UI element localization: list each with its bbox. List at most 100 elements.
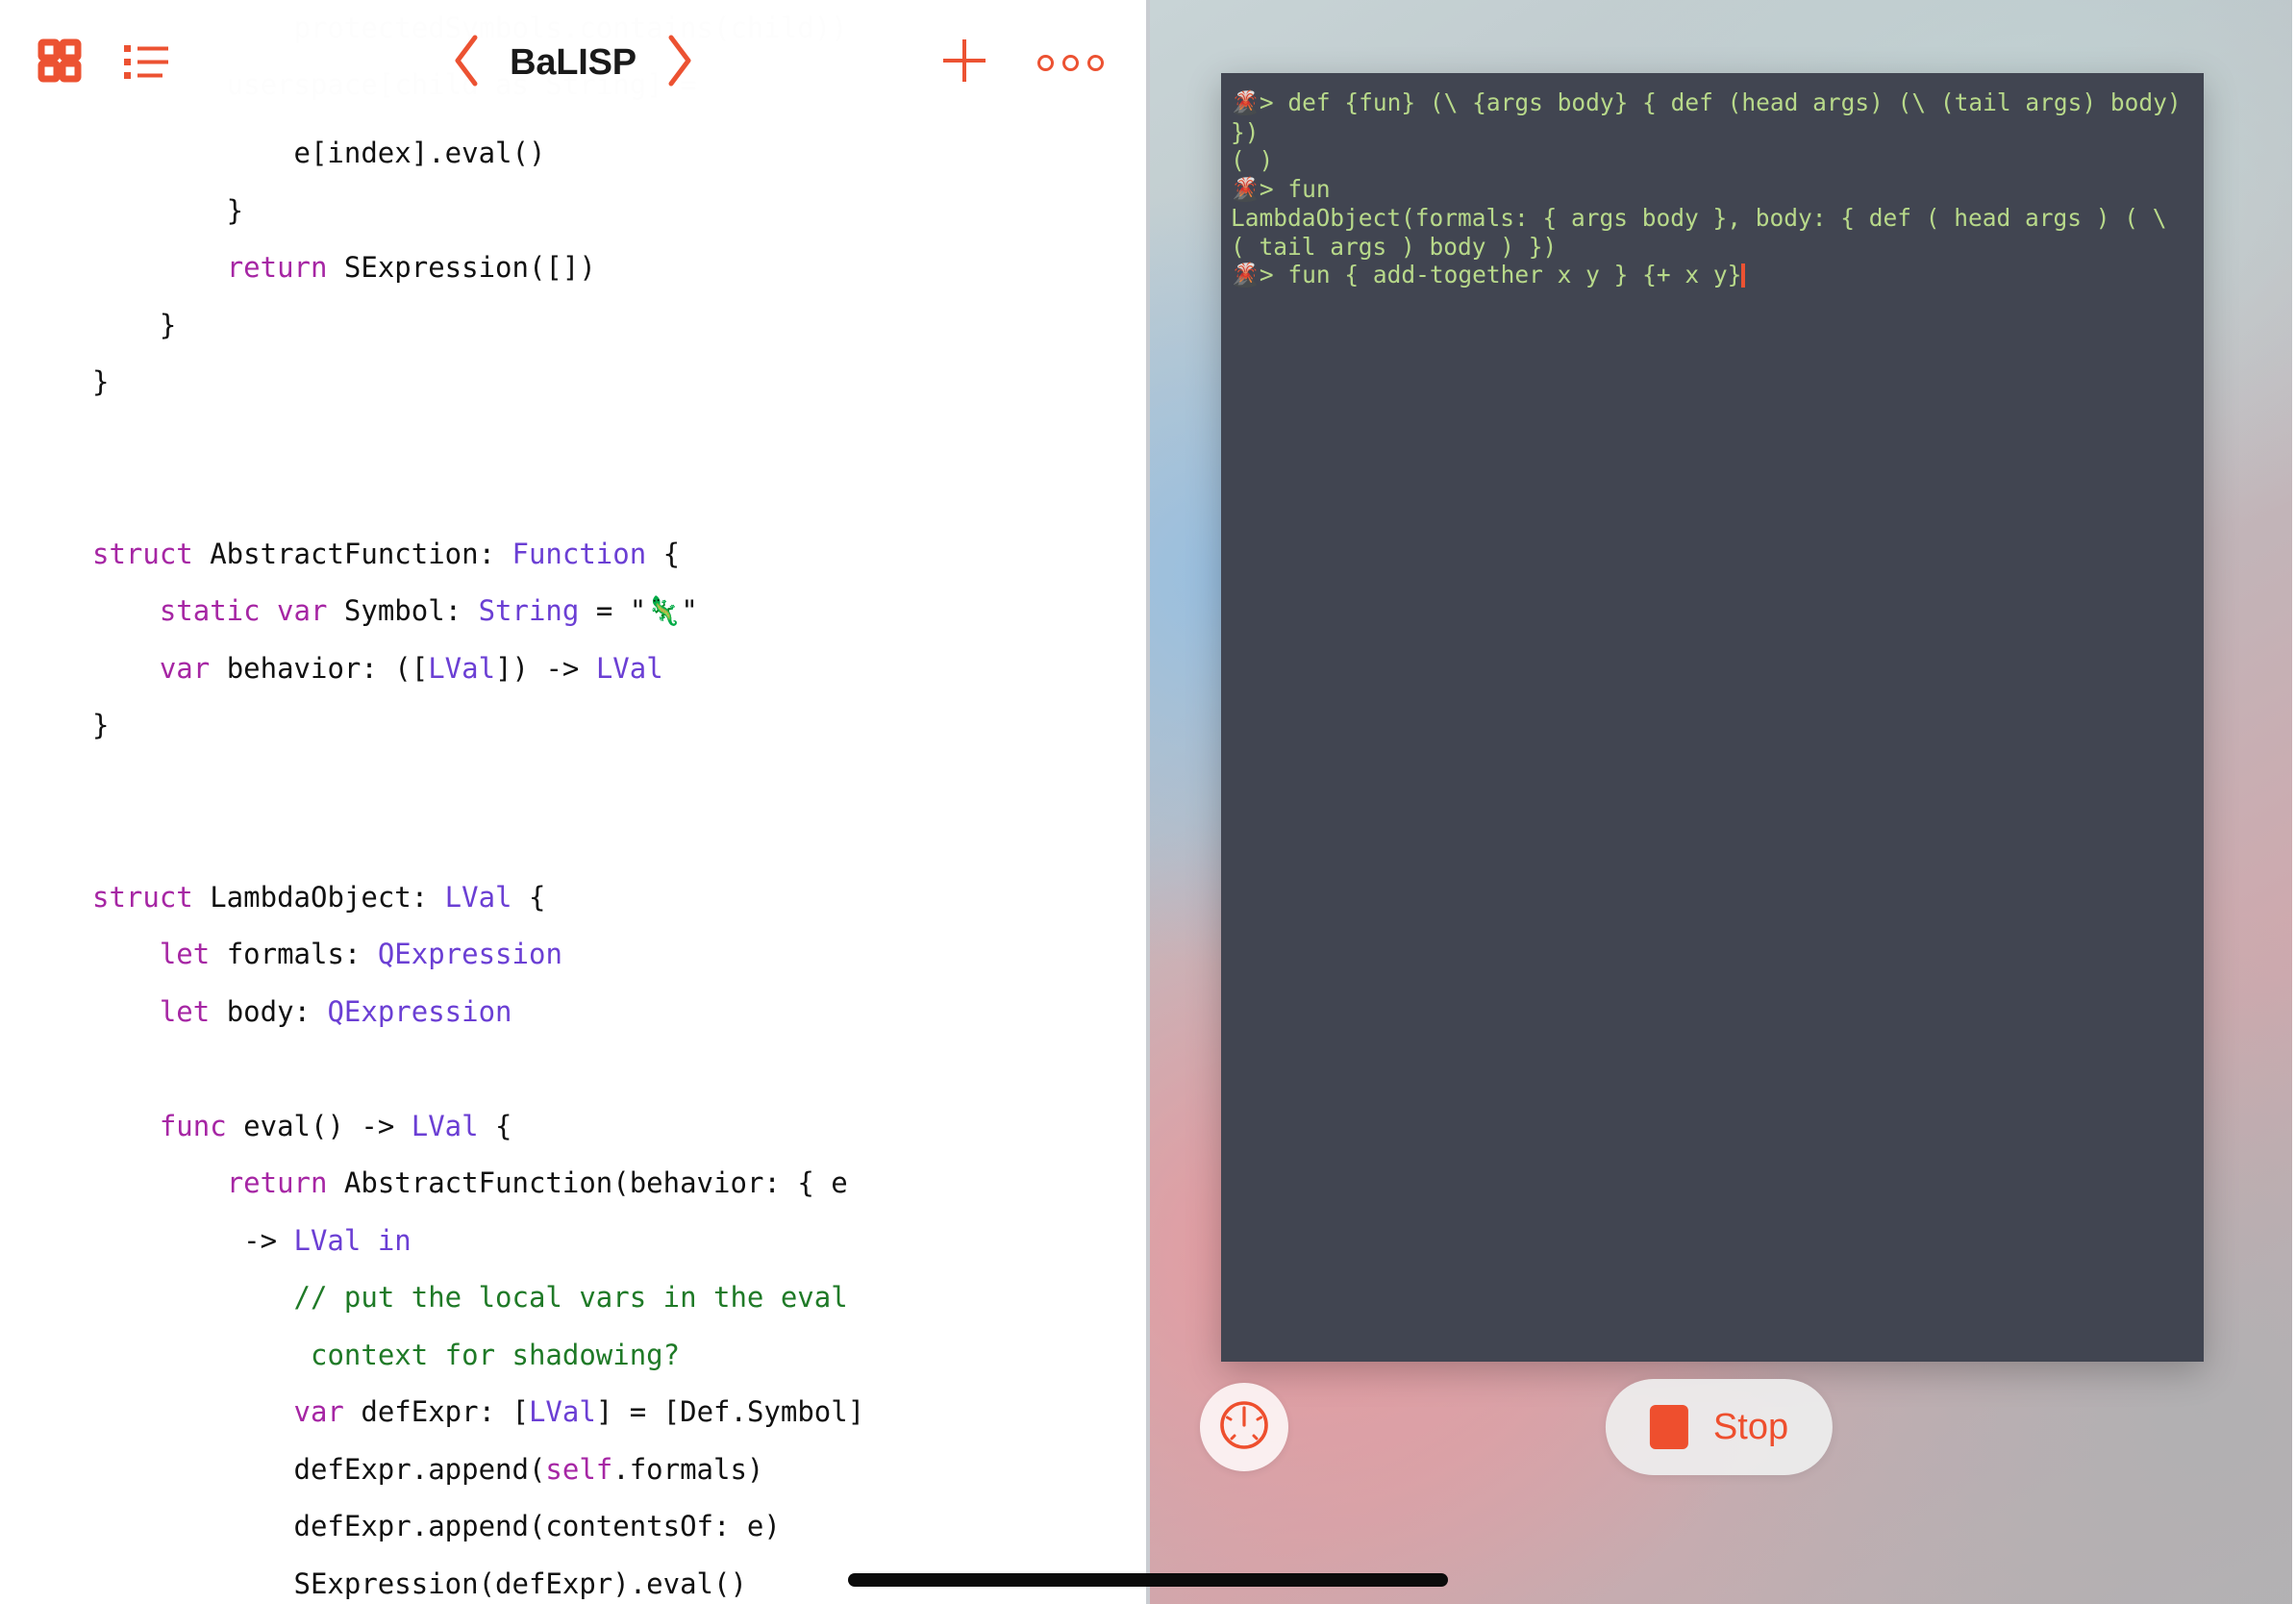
volcano-prompt-icon: 🌋 <box>1231 89 1260 116</box>
terminal-input-line: 🌋> fun <box>1231 175 2194 205</box>
split-view-divider[interactable] <box>1146 0 1150 1604</box>
text-cursor <box>1741 263 1746 288</box>
code-token: Function <box>512 537 647 570</box>
grid-view-button[interactable] <box>35 38 85 88</box>
code-token: .formals) <box>612 1452 764 1486</box>
code-line: context for shadowing? <box>92 1327 1146 1385</box>
more-dot-1-icon <box>1037 54 1054 71</box>
code-token: var <box>293 1395 344 1428</box>
more-dot-2-icon <box>1062 54 1079 71</box>
next-file-chevron-icon[interactable] <box>663 33 696 93</box>
code-token: QExpression <box>377 938 562 970</box>
code-token: LVal <box>595 651 663 685</box>
code-line: let formals: QExpression <box>92 926 1146 984</box>
code-token: SExpression([]) <box>327 251 596 284</box>
terminal-window[interactable]: 🌋> def {fun} (\ {args body} { def (head … <box>1221 73 2204 1362</box>
code-token: } <box>92 709 110 741</box>
terminal-output[interactable]: 🌋> def {fun} (\ {args body} { def (head … <box>1221 73 2204 290</box>
repl-pane: 🌋> def {fun} (\ {args body} { def (head … <box>1146 0 2292 1604</box>
source-code-text[interactable]: e[index].eval() } return SExpression([])… <box>0 125 1146 1604</box>
page-title: BaLISP <box>510 41 636 83</box>
code-token: struct <box>92 880 193 914</box>
code-token: = <box>579 594 630 627</box>
stop-button[interactable]: Stop <box>1605 1379 1834 1475</box>
add-button[interactable] <box>937 34 991 92</box>
code-token: AbstractFunction(behavior: { e <box>327 1166 848 1199</box>
code-line: return SExpression([]) <box>92 239 1146 297</box>
code-line: struct LambdaObject: LVal { <box>92 869 1146 927</box>
code-token: Symbol: <box>327 594 479 627</box>
speedometer-button[interactable] <box>1200 1383 1288 1471</box>
code-token: LVal <box>428 651 496 685</box>
split-view-root: protectedSymbols.contains(child)) usersp… <box>0 0 2296 1604</box>
code-token: return <box>226 251 328 284</box>
code-line: // put the local vars in the eval <box>92 1269 1146 1327</box>
speedometer-icon <box>1214 1395 1274 1460</box>
code-line: var behavior: ([LVal]) -> LVal <box>92 640 1146 698</box>
previous-file-chevron-icon[interactable] <box>450 33 483 93</box>
code-token: context for shadowing? <box>310 1338 681 1371</box>
code-token: "🦎" <box>629 594 698 627</box>
code-token: AbstractFunction: <box>192 537 512 570</box>
code-line: var defExpr: [LVal] = [Def.Symbol] <box>92 1384 1146 1441</box>
repl-controls-bar: Stop <box>1146 1362 2292 1604</box>
code-token: struct <box>92 537 193 570</box>
code-token: } <box>92 365 110 398</box>
code-token: eval() -> <box>226 1109 412 1142</box>
editor-toolbar: BaLISP <box>0 0 1146 125</box>
code-token: let <box>159 994 211 1028</box>
terminal-input-line: 🌋> def {fun} (\ {args body} { def (head … <box>1231 88 2194 146</box>
code-line: } <box>92 297 1146 355</box>
terminal-input-line: 🌋> fun { add-together x y } {+ x y} <box>1231 261 2194 290</box>
code-line: struct AbstractFunction: Function { <box>92 526 1146 584</box>
code-token: defExpr.append( <box>92 1452 546 1486</box>
code-token: var <box>159 651 211 685</box>
grid-icon <box>37 38 82 88</box>
more-options-button[interactable] <box>1037 54 1104 71</box>
code-token: } <box>92 308 177 341</box>
terminal-line-text: > fun { add-together x y } {+ x y} <box>1259 261 1742 288</box>
code-token: { <box>512 880 546 914</box>
code-line: -> LVal in <box>92 1213 1146 1270</box>
list-view-button[interactable] <box>121 38 171 88</box>
code-token: static var <box>159 594 328 627</box>
code-token: LVal in <box>293 1223 412 1257</box>
code-token: defExpr.append(contentsOf: e) <box>92 1510 781 1542</box>
stop-button-label: Stop <box>1712 1406 1789 1447</box>
terminal-line-text: > def {fun} (\ {args body} { def (head a… <box>1231 88 2196 146</box>
code-token: LVal <box>411 1109 479 1142</box>
code-token: func <box>159 1109 227 1142</box>
code-token: { <box>646 537 681 570</box>
code-token: let <box>159 938 211 970</box>
code-token: LVal <box>528 1395 596 1428</box>
code-token: defExpr: [ <box>343 1395 529 1428</box>
code-token: behavior: ([ <box>210 651 429 685</box>
code-token: body: <box>210 994 328 1028</box>
code-token: SExpression(defExpr).eval() <box>92 1566 747 1600</box>
code-token: formals: <box>210 938 378 970</box>
terminal-output-line: LambdaObject(formals: { args body }, bod… <box>1231 204 2194 261</box>
stop-square-icon <box>1649 1405 1688 1449</box>
terminal-output-line: ( ) <box>1231 146 2194 175</box>
terminal-line-text: ( ) <box>1231 146 1274 174</box>
code-line: } <box>92 183 1146 240</box>
code-line: return AbstractFunction(behavior: { e <box>92 1155 1146 1213</box>
code-line: defExpr.append(self.formals) <box>92 1441 1146 1499</box>
more-dot-3-icon <box>1087 54 1104 71</box>
terminal-line-text: > fun <box>1259 174 1331 203</box>
terminal-line-text: LambdaObject(formals: { args body }, bod… <box>1231 204 2182 261</box>
code-token: ] = [Def.Symbol] <box>595 1395 865 1428</box>
code-token: } <box>92 193 244 227</box>
